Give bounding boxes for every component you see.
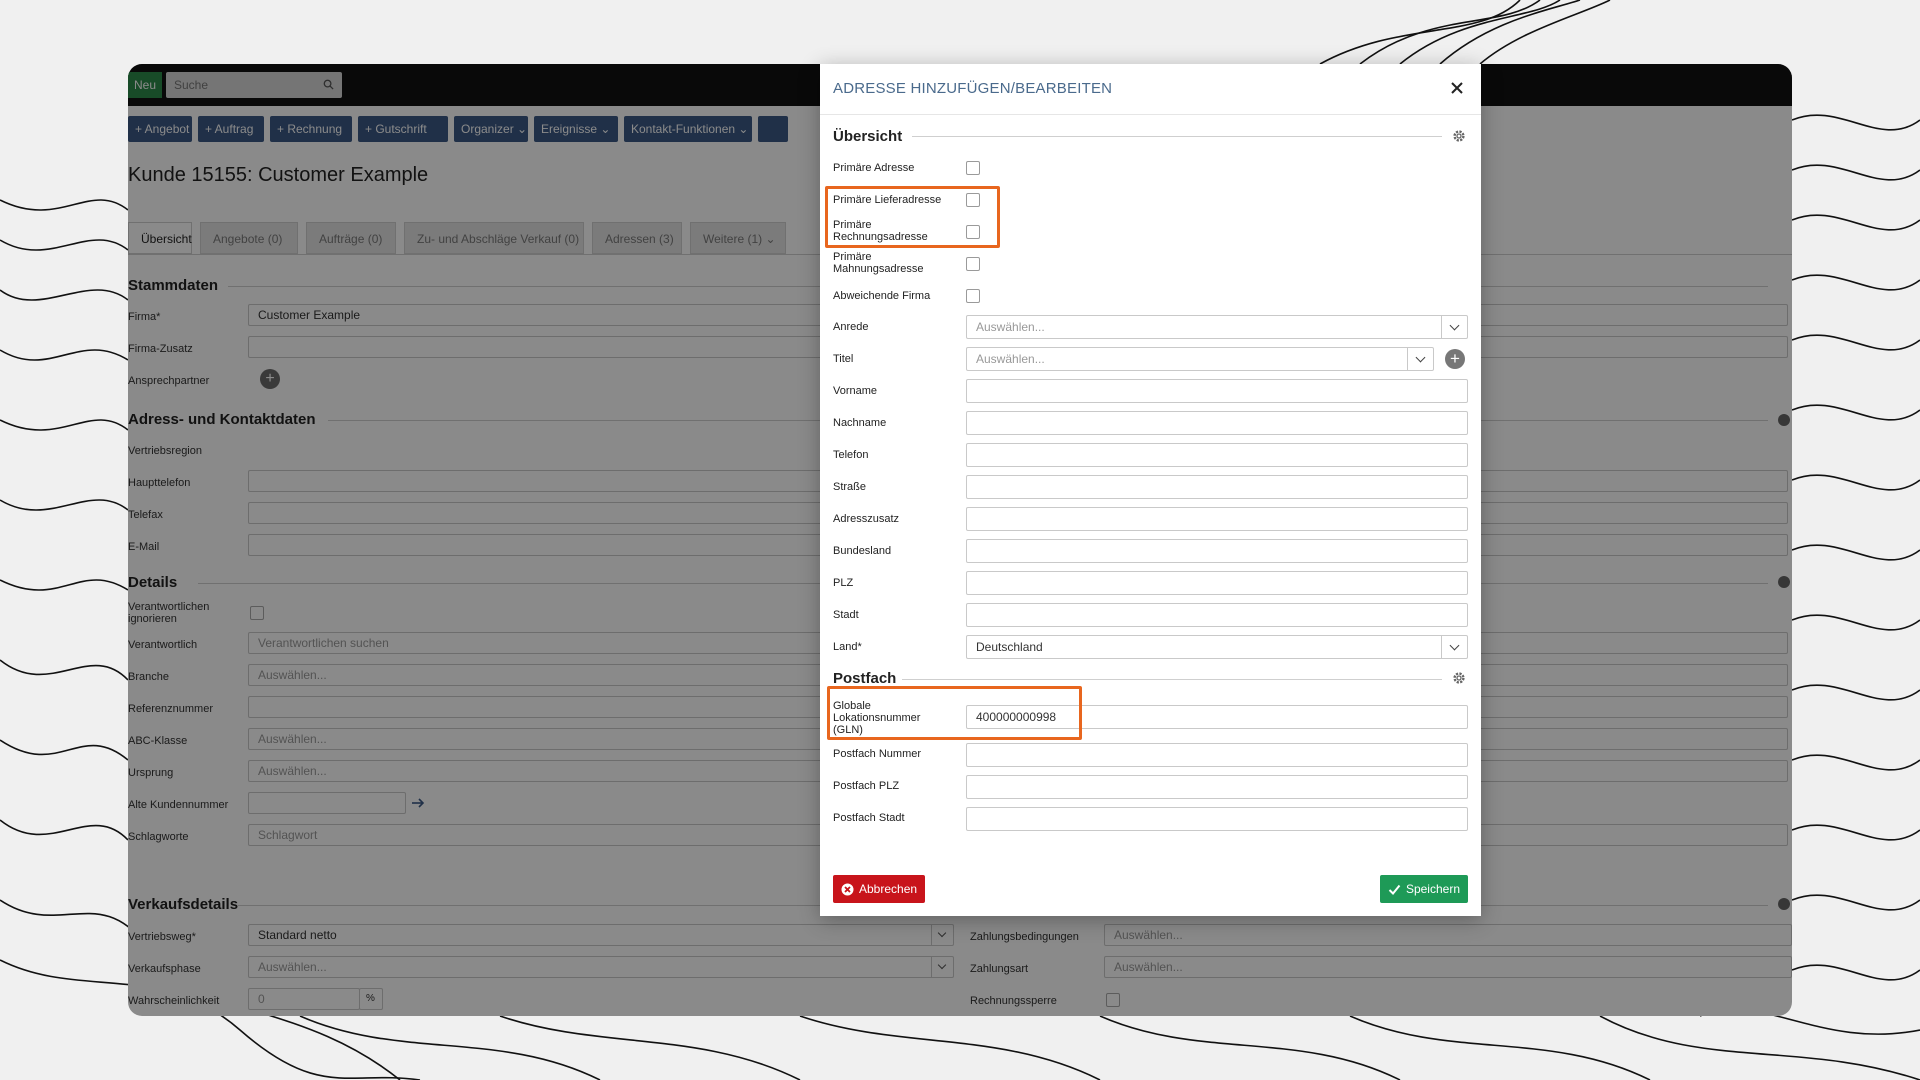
cancel-label: Abbrechen	[859, 882, 918, 896]
label-nachname: Nachname	[833, 417, 887, 429]
label-titel: Titel	[833, 353, 854, 365]
label-land: Land*	[833, 641, 862, 653]
anrede-select[interactable]: Auswählen...	[966, 315, 1468, 339]
label-adresszusatz: Adresszusatz	[833, 513, 900, 525]
label-bundesland: Bundesland	[833, 545, 892, 557]
postfach-plz-field[interactable]	[966, 775, 1468, 799]
modal-section-uebersicht: Übersicht	[833, 128, 903, 145]
cancel-x-circle-icon	[841, 883, 854, 896]
stadt-field[interactable]	[966, 603, 1468, 627]
chevron-down-icon	[1441, 316, 1467, 338]
label-abweichende-firma: Abweichende Firma	[833, 290, 931, 302]
label-postfach-stadt: Postfach Stadt	[833, 812, 905, 824]
gear-icon[interactable]	[1452, 129, 1466, 143]
save-label: Speichern	[1405, 882, 1460, 896]
label-plz: PLZ	[833, 577, 854, 589]
section-divider	[912, 136, 1442, 137]
primaere-adresse-checkbox[interactable]	[966, 161, 980, 175]
label-primaere-adresse: Primäre Adresse	[833, 162, 915, 174]
label-strasse: Straße	[833, 481, 867, 493]
adresszusatz-field[interactable]	[966, 507, 1468, 531]
gear-icon[interactable]	[1452, 671, 1466, 685]
abweichende-firma-checkbox[interactable]	[966, 289, 980, 303]
close-icon[interactable]	[1449, 80, 1465, 96]
label-stadt: Stadt	[833, 609, 859, 621]
vorname-field[interactable]	[966, 379, 1468, 403]
label-postfach-nummer: Postfach Nummer	[833, 748, 922, 760]
label-primaere-mahnungsadresse: Primäre Mahnungsadresse	[833, 251, 924, 275]
land-value: Deutschland	[976, 640, 1043, 654]
bundesland-field[interactable]	[966, 539, 1468, 563]
postfach-stadt-field[interactable]	[966, 807, 1468, 831]
section-divider	[902, 679, 1442, 680]
highlight-box	[825, 186, 1000, 248]
add-titel-icon[interactable]: +	[1445, 349, 1465, 369]
cancel-button[interactable]: Abbrechen	[833, 875, 926, 903]
nachname-field[interactable]	[966, 411, 1468, 435]
modal-header-divider	[820, 114, 1481, 115]
chevron-down-icon	[1407, 348, 1433, 370]
label-vorname: Vorname	[833, 385, 878, 397]
anrede-value: Auswählen...	[976, 320, 1045, 334]
modal-section-postfach: Postfach	[833, 670, 897, 687]
label-postfach-plz: Postfach PLZ	[833, 780, 900, 792]
land-select[interactable]: Deutschland	[966, 635, 1468, 659]
telefon-field[interactable]	[966, 443, 1468, 467]
titel-select[interactable]: Auswählen...	[966, 347, 1434, 371]
label-telefon: Telefon	[833, 449, 869, 461]
save-button[interactable]: Speichern	[1379, 875, 1468, 903]
address-modal: ADRESSE HINZUFÜGEN/BEARBEITEN Übersicht …	[820, 64, 1481, 916]
chevron-down-icon	[1441, 636, 1467, 658]
label-anrede: Anrede	[833, 321, 869, 333]
primaere-mahnungsadresse-checkbox[interactable]	[966, 257, 980, 271]
highlight-box	[827, 686, 1082, 740]
plz-field[interactable]	[966, 571, 1468, 595]
strasse-field[interactable]	[966, 475, 1468, 499]
modal-title: ADRESSE HINZUFÜGEN/BEARBEITEN	[833, 80, 1113, 97]
postfach-nummer-field[interactable]	[966, 743, 1468, 767]
checkmark-icon	[1388, 885, 1401, 896]
titel-value: Auswählen...	[976, 352, 1045, 366]
